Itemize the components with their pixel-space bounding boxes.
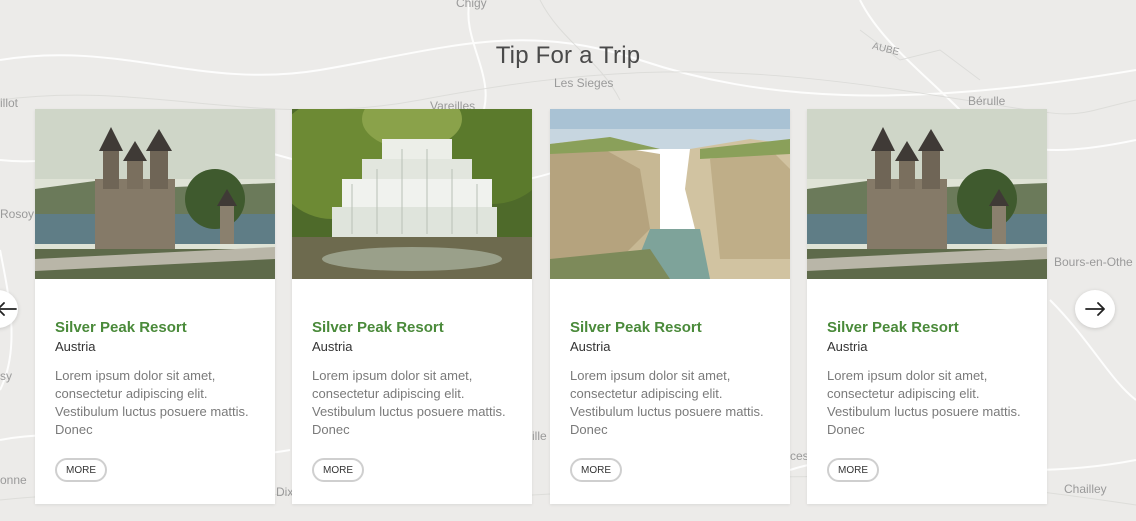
card-title: Silver Peak Resort	[312, 319, 444, 336]
map-label: sy	[0, 369, 12, 383]
more-button[interactable]: MORE	[312, 458, 364, 482]
card-description: Lorem ipsum dolor sit amet, consectetur …	[570, 368, 764, 437]
trip-card[interactable]: Silver Peak Resort Austria Lorem ipsum d…	[807, 109, 1047, 504]
card-country: Austria	[570, 339, 611, 354]
map-label: Les Sieges	[554, 76, 614, 90]
card-description: Lorem ipsum dolor sit amet, consectetur …	[827, 368, 1021, 437]
card-description: Lorem ipsum dolor sit amet, consectetur …	[55, 368, 249, 437]
card-title: Silver Peak Resort	[827, 319, 959, 336]
map-label: ille	[532, 429, 547, 443]
map-label: illot	[0, 96, 19, 110]
arrow-right-icon	[1085, 302, 1105, 316]
map-label: Bérulle	[968, 94, 1006, 108]
card-country: Austria	[55, 339, 96, 354]
map-label: Dix	[276, 485, 294, 499]
map-label: Rosoy	[0, 207, 35, 221]
card-photo-castle	[807, 109, 1047, 279]
trip-card[interactable]: Silver Peak Resort Austria Lorem ipsum d…	[292, 109, 532, 504]
map-label: Bours-en-Othe	[1054, 255, 1133, 269]
map-label: ces	[790, 449, 809, 463]
more-button[interactable]: MORE	[827, 458, 879, 482]
card-country: Austria	[827, 339, 868, 354]
more-button[interactable]: MORE	[55, 458, 107, 482]
card-title: Silver Peak Resort	[570, 319, 702, 336]
card-country: Austria	[312, 339, 353, 354]
card-photo-castle	[35, 109, 275, 279]
map-label: onne	[0, 473, 27, 487]
trip-card[interactable]: Silver Peak Resort Austria Lorem ipsum d…	[35, 109, 275, 504]
arrow-left-icon	[0, 302, 17, 316]
map-label: Chigy	[456, 0, 487, 10]
trip-card[interactable]: Silver Peak Resort Austria Lorem ipsum d…	[550, 109, 790, 504]
map-label: Chailley	[1064, 482, 1107, 496]
card-description: Lorem ipsum dolor sit amet, consectetur …	[312, 368, 506, 437]
more-button[interactable]: MORE	[570, 458, 622, 482]
card-photo-waterfall	[292, 109, 532, 279]
card-title: Silver Peak Resort	[55, 319, 187, 336]
section-title: Tip For a Trip	[495, 42, 641, 69]
carousel-next-button[interactable]	[1075, 290, 1115, 328]
card-photo-cliffs	[550, 109, 790, 279]
